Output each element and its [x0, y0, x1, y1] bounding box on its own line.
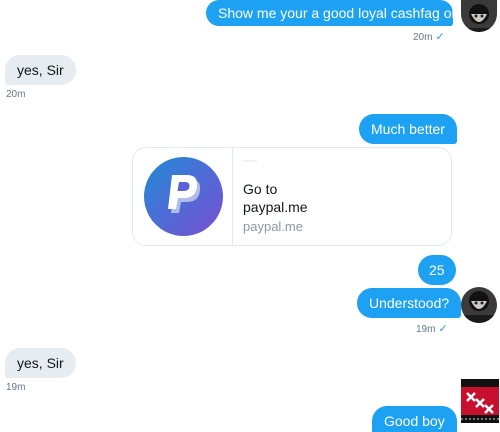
outgoing-message[interactable]: 25	[418, 255, 456, 285]
paypal-logo-icon	[144, 157, 223, 236]
incoming-message[interactable]: yes, Sir	[5, 55, 76, 85]
link-preview-title[interactable]: Go to paypal.me	[243, 180, 308, 216]
outgoing-message[interactable]: Good boy	[372, 406, 457, 432]
check-icon: ✓	[438, 323, 448, 335]
message-timestamp: 19m	[6, 382, 26, 393]
card-divider	[243, 160, 257, 162]
link-title-line2: paypal.me	[243, 199, 308, 215]
link-preview-image	[133, 148, 233, 245]
check-icon: ✓	[435, 31, 445, 43]
user-avatar[interactable]	[461, 287, 497, 323]
outgoing-message[interactable]: Understood?	[357, 288, 462, 318]
timestamp-text: 20m	[413, 32, 433, 43]
outgoing-message[interactable]: Much better	[359, 114, 457, 144]
message-timestamp: 20m ✓	[413, 31, 445, 43]
user-avatar[interactable]	[461, 0, 497, 32]
message-timestamp: 19m ✓	[416, 323, 448, 335]
timestamp-text: 19m	[416, 324, 436, 335]
link-title-line1: Go to	[243, 181, 278, 197]
contact-avatar[interactable]	[461, 379, 499, 423]
link-preview-domain: paypal.me	[243, 219, 303, 234]
incoming-message[interactable]: yes, Sir	[5, 348, 76, 378]
link-preview-card[interactable]: Go to paypal.me paypal.me	[132, 147, 452, 246]
message-timestamp: 20m	[6, 89, 26, 100]
outgoing-message[interactable]: Show me your a good loyal cashfag ok	[206, 0, 458, 26]
